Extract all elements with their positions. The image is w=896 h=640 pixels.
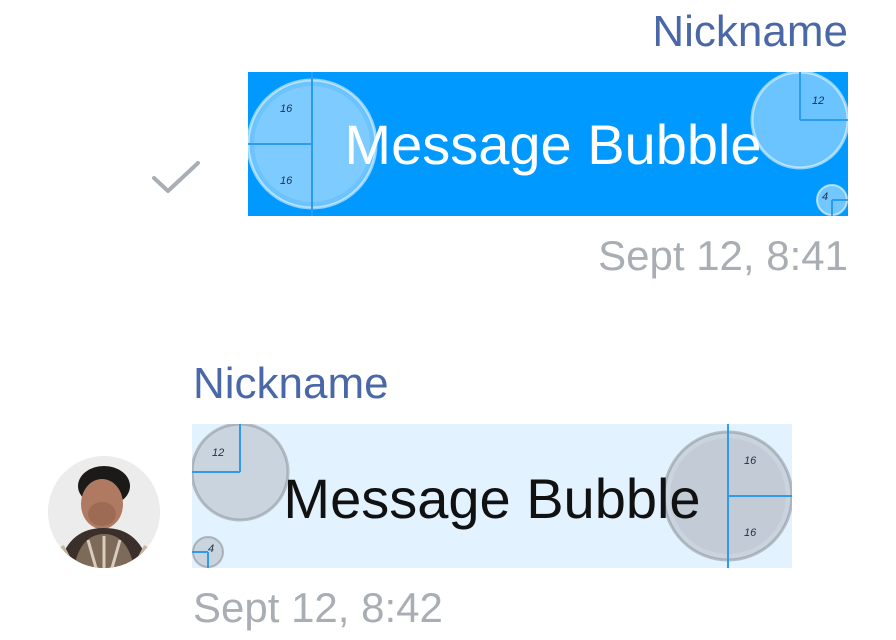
- avatar[interactable]: [48, 456, 160, 568]
- message-bubble-outgoing[interactable]: Message Bubble 16 16 12 4: [248, 72, 848, 216]
- message-text: Message Bubble: [344, 112, 762, 176]
- checkmark-icon: [152, 161, 200, 193]
- user-avatar-image: [48, 456, 160, 568]
- chat-view: Nickname Message Bubble 16 16 12 4 Sept: [0, 0, 896, 640]
- sender-nickname[interactable]: Nickname: [193, 360, 389, 408]
- message-timestamp: Sept 12, 8:42: [193, 584, 443, 631]
- message-timestamp: Sept 12, 8:41: [598, 232, 848, 279]
- message-bubble-incoming[interactable]: Message Bubble 12 4 16 16: [192, 424, 792, 568]
- sender-nickname[interactable]: Nickname: [652, 8, 848, 56]
- message-text: Message Bubble: [283, 466, 701, 530]
